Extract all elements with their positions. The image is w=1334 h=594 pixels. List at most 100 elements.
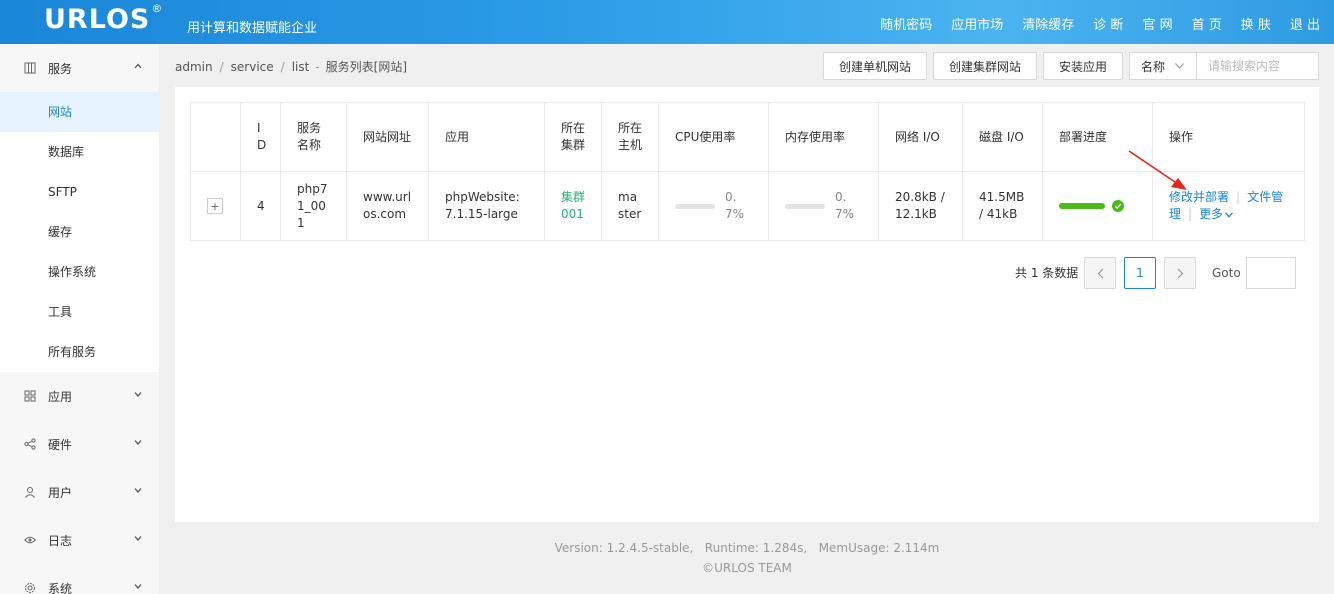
- search-input[interactable]: [1196, 52, 1319, 80]
- sidebar-group-label: 系统: [48, 581, 73, 594]
- nav-official-site[interactable]: 官 网: [1142, 14, 1172, 33]
- next-page-button[interactable]: [1164, 257, 1196, 289]
- page-title: 服务列表[网站]: [325, 60, 408, 74]
- service-grid-icon: [24, 62, 36, 74]
- cell-website-url: www.urlos.com: [346, 171, 429, 241]
- chevron-up-icon: [134, 63, 142, 69]
- sidebar-group-label: 硬件: [48, 437, 73, 452]
- gear-icon: [24, 582, 36, 594]
- breadcrumb: admin / service / list - 服务列表[网站]: [175, 60, 408, 74]
- cell-actions: 修改并部署 | 文件管理 | 更多: [1152, 171, 1305, 241]
- nav-diagnose[interactable]: 诊 断: [1093, 14, 1123, 33]
- column-website-url: 网站网址: [346, 102, 429, 172]
- footer-copyright: ©URLOS TEAM: [702, 561, 792, 575]
- column-expand: [190, 102, 241, 172]
- sidebar-group-service[interactable]: 服务: [0, 44, 159, 92]
- sidebar-item-website[interactable]: 网站: [0, 92, 159, 132]
- sidebar-group-label: 日志: [48, 533, 73, 548]
- cpu-usage-bar: [675, 203, 715, 209]
- user-icon: [24, 486, 36, 498]
- sidebar-group-apps[interactable]: 应用: [0, 372, 159, 420]
- table-row: + 4 php71_001 www.urlos.com phpWebsite:7…: [190, 171, 1305, 241]
- breadcrumb-list[interactable]: list: [292, 60, 310, 74]
- goto-page-input[interactable]: [1246, 257, 1296, 289]
- sidebar-item-tools[interactable]: 工具: [0, 292, 159, 332]
- cell-app: phpWebsite:7.1.15-large: [428, 171, 545, 241]
- column-app: 应用: [428, 102, 545, 172]
- cell-service-name: php71_001: [280, 171, 347, 241]
- sidebar-item-os[interactable]: 操作系统: [0, 252, 159, 292]
- nav-change-skin[interactable]: 换 肤: [1241, 14, 1271, 33]
- expand-row-button[interactable]: +: [207, 198, 223, 214]
- footer: Version: 1.2.4.5-stable, Runtime: 1.284s…: [175, 538, 1319, 578]
- cell-memory: 0.7%: [768, 171, 879, 241]
- install-app-button[interactable]: 安装应用: [1043, 52, 1123, 80]
- breadcrumb-service[interactable]: service: [231, 60, 274, 74]
- sidebar-group-hardware[interactable]: 硬件: [0, 420, 159, 468]
- memory-usage-value: 0.7%: [834, 190, 854, 221]
- cell-disk-io: 41.5MB / 41kB: [962, 171, 1043, 241]
- sidebar-item-database[interactable]: 数据库: [0, 132, 159, 172]
- chevron-down-icon: [134, 392, 142, 397]
- prev-page-button[interactable]: [1084, 257, 1116, 289]
- create-single-website-button[interactable]: 创建单机网站: [823, 52, 927, 80]
- nav-home[interactable]: 首 页: [1192, 14, 1222, 33]
- select-value: 名称: [1141, 59, 1166, 74]
- nav-clear-cache[interactable]: 清除缓存: [1022, 14, 1074, 33]
- chevron-down-icon: [1175, 63, 1184, 69]
- create-cluster-website-button[interactable]: 创建集群网站: [933, 52, 1037, 80]
- column-network-io: 网络 I/O: [878, 102, 963, 172]
- nav-logout[interactable]: 退 出: [1290, 14, 1320, 33]
- sidebar-group-users[interactable]: 用户: [0, 468, 159, 516]
- service-list-panel: ID 服务名称 网站网址 应用 所在集群 所在主机 CPU使用率 内存使用率 网…: [175, 87, 1319, 522]
- table-header-row: ID 服务名称 网站网址 应用 所在集群 所在主机 CPU使用率 内存使用率 网…: [190, 102, 1305, 172]
- column-actions: 操作: [1152, 102, 1305, 172]
- footer-version: Version: 1.2.4.5-stable, Runtime: 1.284s…: [554, 541, 940, 555]
- memory-usage-bar: [785, 203, 825, 209]
- sidebar-group-logs[interactable]: 日志: [0, 516, 159, 564]
- cell-cpu: 0.7%: [658, 171, 769, 241]
- edit-and-deploy-link[interactable]: 修改并部署: [1169, 190, 1229, 204]
- apps-icon: [24, 390, 36, 402]
- column-service-name: 服务名称: [280, 102, 347, 172]
- sidebar-item-sftp[interactable]: SFTP: [0, 172, 159, 212]
- sidebar-group-label: 用户: [48, 485, 73, 500]
- sidebar-item-cache[interactable]: 缓存: [0, 212, 159, 252]
- breadcrumb-admin[interactable]: admin: [175, 60, 213, 74]
- column-memory: 内存使用率: [768, 102, 879, 172]
- chevron-down-icon: [1225, 212, 1234, 218]
- share-nodes-icon: [24, 438, 36, 450]
- urlos-logo[interactable]: URLOS®: [44, 2, 163, 35]
- chevron-right-icon: [1177, 268, 1183, 278]
- sidebar-group-label: 服务: [48, 61, 73, 76]
- cpu-usage-value: 0.7%: [724, 190, 744, 221]
- sidebar-item-all-services[interactable]: 所有服务: [0, 332, 159, 372]
- more-actions-dropdown[interactable]: 更多: [1199, 207, 1234, 221]
- cell-id: 4: [240, 171, 281, 241]
- sidebar-group-label: 应用: [48, 389, 73, 404]
- slogan: 用计算和数据赋能企业: [187, 21, 318, 36]
- sidebar-group-system[interactable]: 系统: [0, 564, 159, 594]
- deploy-progress-bar: [1059, 203, 1105, 209]
- nav-random-password[interactable]: 随机密码: [880, 14, 932, 33]
- top-header: URLOS® 用计算和数据赋能企业 随机密码 应用市场 清除缓存 诊 断 官 网…: [0, 0, 1334, 44]
- search-field-select[interactable]: 名称: [1129, 52, 1197, 80]
- chevron-down-icon: [134, 488, 142, 493]
- column-id: ID: [240, 102, 281, 172]
- check-circle-icon: [1112, 200, 1124, 212]
- cell-network-io: 20.8kB / 12.1kB: [878, 171, 963, 241]
- cell-cluster[interactable]: 集群001: [544, 171, 602, 241]
- cell-deploy-progress: [1042, 171, 1153, 241]
- nav-app-market[interactable]: 应用市场: [951, 14, 1003, 33]
- chevron-down-icon: [134, 584, 142, 589]
- column-disk-io: 磁盘 I/O: [962, 102, 1043, 172]
- column-cpu: CPU使用率: [658, 102, 769, 172]
- pagination-total: 共 1 条数据: [1015, 266, 1079, 280]
- column-cluster: 所在集群: [544, 102, 602, 172]
- column-host: 所在主机: [601, 102, 659, 172]
- chevron-left-icon: [1097, 268, 1103, 278]
- page-1-button[interactable]: 1: [1124, 257, 1156, 289]
- sidebar: 服务 网站 数据库 SFTP 缓存 操作系统 工具 所有服务 应用 硬件 用户: [0, 44, 159, 594]
- service-submenu: 网站 数据库 SFTP 缓存 操作系统 工具 所有服务: [0, 92, 159, 372]
- top-nav: 随机密码 应用市场 清除缓存 诊 断 官 网 首 页 换 肤 退 出: [861, 14, 1320, 33]
